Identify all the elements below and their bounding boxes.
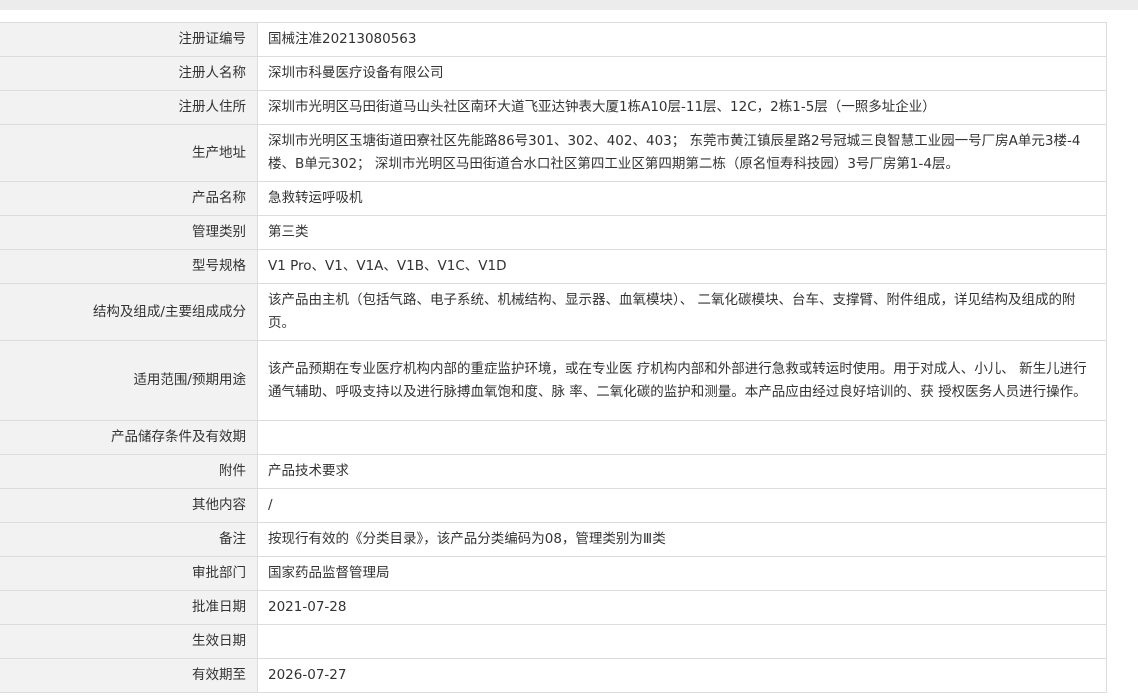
page-margin	[1106, 10, 1138, 699]
row-label: 生产地址	[0, 124, 258, 182]
row-value: 第三类	[257, 215, 1107, 250]
table-row-product-name: 产品名称 急救转运呼吸机	[0, 181, 1107, 216]
table-row-intended-use: 适用范围/预期用途 该产品预期在专业医疗机构内部的重症监护环境，或在专业医 疗机…	[0, 340, 1107, 421]
row-value: 产品技术要求	[257, 454, 1107, 489]
row-label: 适用范围/预期用途	[0, 340, 258, 421]
row-value: 急救转运呼吸机	[257, 181, 1107, 216]
table-row-registrant-address: 注册人住所 深圳市光明区马田街道马山头社区南环大道飞亚达钟表大厦1栋A10层-1…	[0, 90, 1107, 125]
row-value	[257, 420, 1107, 455]
table-row-approval-department: 审批部门 国家药品监督管理局	[0, 556, 1107, 591]
row-label: 其他内容	[0, 488, 258, 523]
table-row-approval-date: 批准日期 2021-07-28	[0, 590, 1107, 625]
row-label: 产品储存条件及有效期	[0, 420, 258, 455]
row-value: 该产品由主机（包括气路、电子系统、机械结构、显示器、血氧模块）、 二氧化碳模块、…	[257, 283, 1107, 341]
table-row-attachment: 附件 产品技术要求	[0, 454, 1107, 489]
row-label: 备注	[0, 522, 258, 557]
table-row-model-spec: 型号规格 V1 Pro、V1、V1A、V1B、V1C、V1D	[0, 249, 1107, 284]
registration-detail-table: 注册证编号 国械注准20213080563 注册人名称 深圳市科曼医疗设备有限公…	[0, 22, 1107, 693]
table-row-effective-date: 生效日期	[0, 624, 1107, 659]
row-label: 有效期至	[0, 658, 258, 693]
top-toolbar-strip	[0, 0, 1138, 10]
row-value: /	[257, 488, 1107, 523]
row-label: 管理类别	[0, 215, 258, 250]
table-row-registrant-name: 注册人名称 深圳市科曼医疗设备有限公司	[0, 56, 1107, 91]
row-value: 深圳市光明区马田街道马山头社区南环大道飞亚达钟表大厦1栋A10层-11层、12C…	[257, 90, 1107, 125]
row-value: 该产品预期在专业医疗机构内部的重症监护环境，或在专业医 疗机构内部和外部进行急救…	[257, 340, 1107, 421]
row-value: 2026-07-27	[257, 658, 1107, 693]
row-value: 深圳市光明区玉塘街道田寮社区先能路86号301、302、402、403； 东莞市…	[257, 124, 1107, 182]
row-value	[257, 624, 1107, 659]
row-label: 注册证编号	[0, 22, 258, 57]
row-label: 注册人住所	[0, 90, 258, 125]
row-value: V1 Pro、V1、V1A、V1B、V1C、V1D	[257, 249, 1107, 284]
row-label: 生效日期	[0, 624, 258, 659]
row-label: 批准日期	[0, 590, 258, 625]
row-label: 审批部门	[0, 556, 258, 591]
row-label: 型号规格	[0, 249, 258, 284]
row-value: 按现行有效的《分类目录》，该产品分类编码为08，管理类别为Ⅲ类	[257, 522, 1107, 557]
row-label: 附件	[0, 454, 258, 489]
row-label: 产品名称	[0, 181, 258, 216]
table-row-production-address: 生产地址 深圳市光明区玉塘街道田寮社区先能路86号301、302、402、403…	[0, 124, 1107, 182]
row-value: 2021-07-28	[257, 590, 1107, 625]
table-row-management-category: 管理类别 第三类	[0, 215, 1107, 250]
row-value: 国械注准20213080563	[257, 22, 1107, 57]
table-row-valid-until: 有效期至 2026-07-27	[0, 658, 1107, 693]
row-value: 国家药品监督管理局	[257, 556, 1107, 591]
table-row-storage-conditions: 产品储存条件及有效期	[0, 420, 1107, 455]
table-row-remarks: 备注 按现行有效的《分类目录》，该产品分类编码为08，管理类别为Ⅲ类	[0, 522, 1107, 557]
row-label: 结构及组成/主要组成成分	[0, 283, 258, 341]
row-label: 注册人名称	[0, 56, 258, 91]
table-row-structure-composition: 结构及组成/主要组成成分 该产品由主机（包括气路、电子系统、机械结构、显示器、血…	[0, 283, 1107, 341]
table-row-other-content: 其他内容 /	[0, 488, 1107, 523]
table-row-registration-number: 注册证编号 国械注准20213080563	[0, 22, 1107, 57]
row-value: 深圳市科曼医疗设备有限公司	[257, 56, 1107, 91]
